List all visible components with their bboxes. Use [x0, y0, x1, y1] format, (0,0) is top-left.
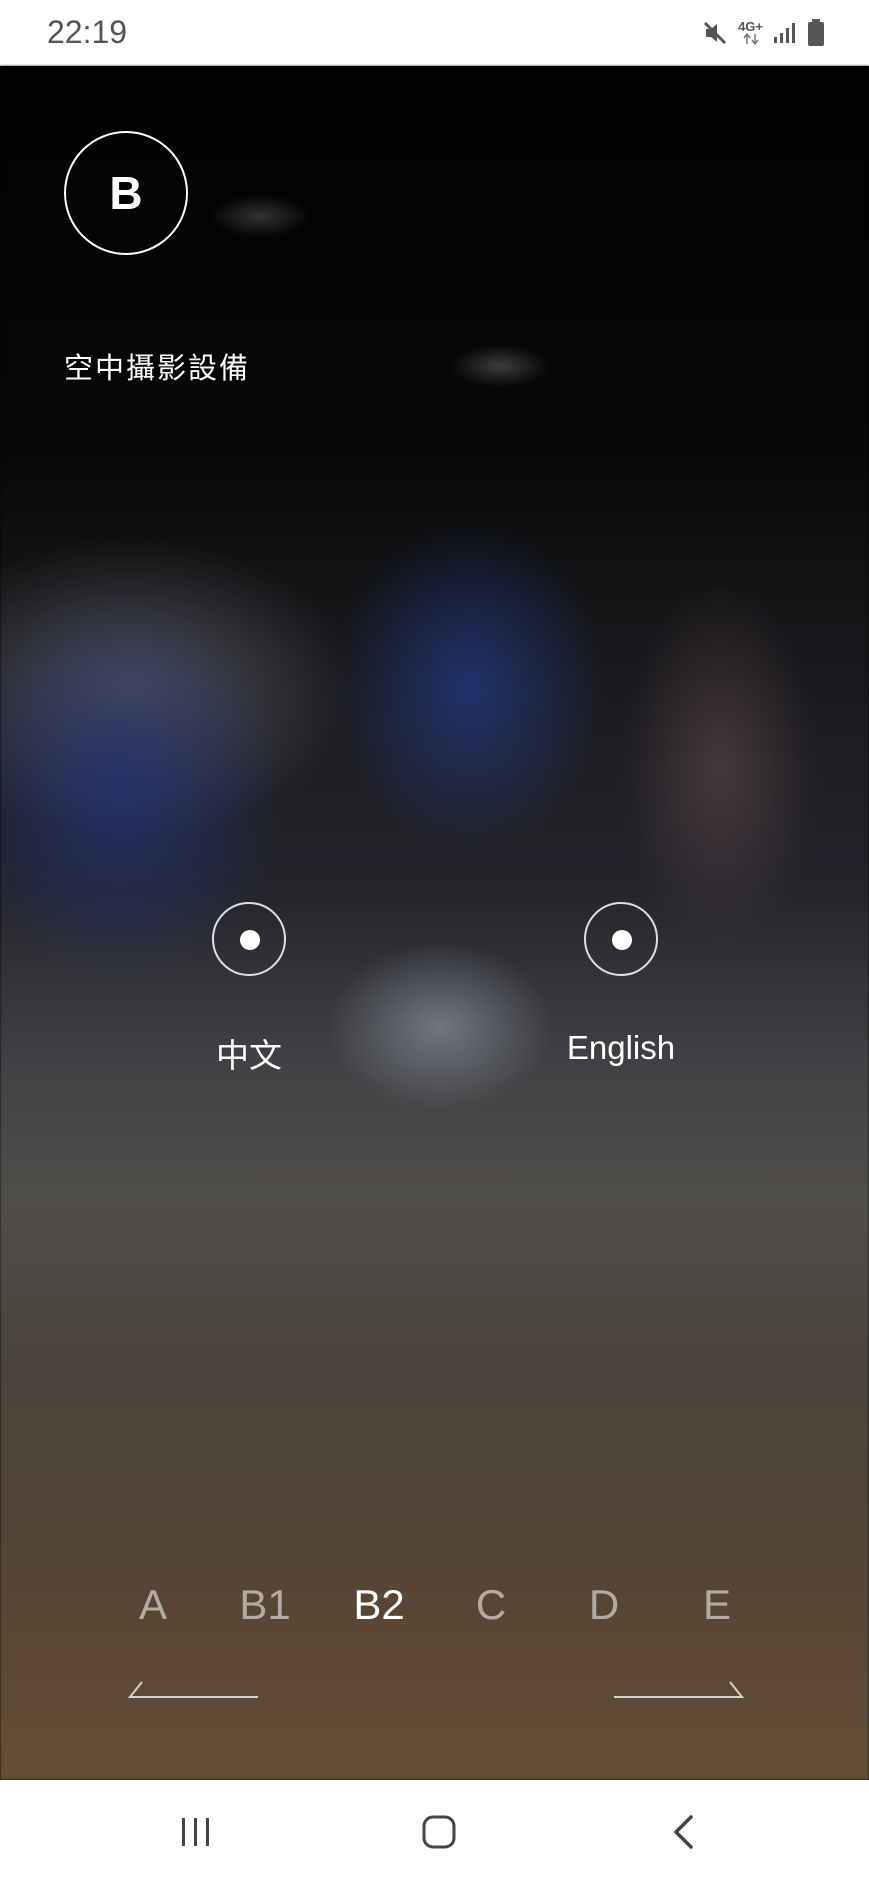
language-label-english[interactable]: English [521, 1029, 721, 1067]
status-time: 22:19 [47, 14, 128, 50]
recent-apps-icon[interactable] [166, 1804, 226, 1860]
nav-bar [0, 1780, 869, 1883]
radio-icon[interactable] [212, 902, 286, 976]
zone-tab-a[interactable]: A [103, 1581, 203, 1629]
zone-tab-b2[interactable]: B2 [329, 1581, 429, 1629]
zone-tab-d[interactable]: D [554, 1581, 654, 1629]
zone-tab-b1[interactable]: B1 [215, 1581, 315, 1629]
signal-icon [773, 21, 797, 45]
zone-tabs: A B1 B2 C D E [0, 1581, 869, 1641]
zone-tab-e[interactable]: E [667, 1581, 767, 1629]
back-icon[interactable] [653, 1804, 713, 1860]
radio-icon[interactable] [584, 902, 658, 976]
network-4g-icon: 4G+ [738, 20, 763, 45]
battery-icon [807, 19, 825, 47]
zone-title: 空中攝影設備 [64, 353, 251, 385]
scroll-right-icon[interactable] [612, 1680, 745, 1705]
zone-badge: B [64, 131, 188, 255]
language-option-english[interactable]: English [521, 902, 721, 1072]
radio-dot [612, 930, 632, 950]
scroll-left-icon[interactable] [127, 1680, 260, 1705]
language-label-chinese[interactable]: 中文 [149, 1029, 349, 1077]
zone-tab-c[interactable]: C [441, 1581, 541, 1629]
language-option-chinese[interactable]: 中文 [149, 902, 349, 1074]
status-icons: 4G+ [702, 16, 825, 50]
home-icon[interactable] [409, 1804, 469, 1860]
status-bar: 22:19 4G+ [0, 0, 869, 66]
radio-dot [240, 930, 260, 950]
background-overlay [0, 66, 869, 1780]
mute-icon [702, 20, 728, 46]
